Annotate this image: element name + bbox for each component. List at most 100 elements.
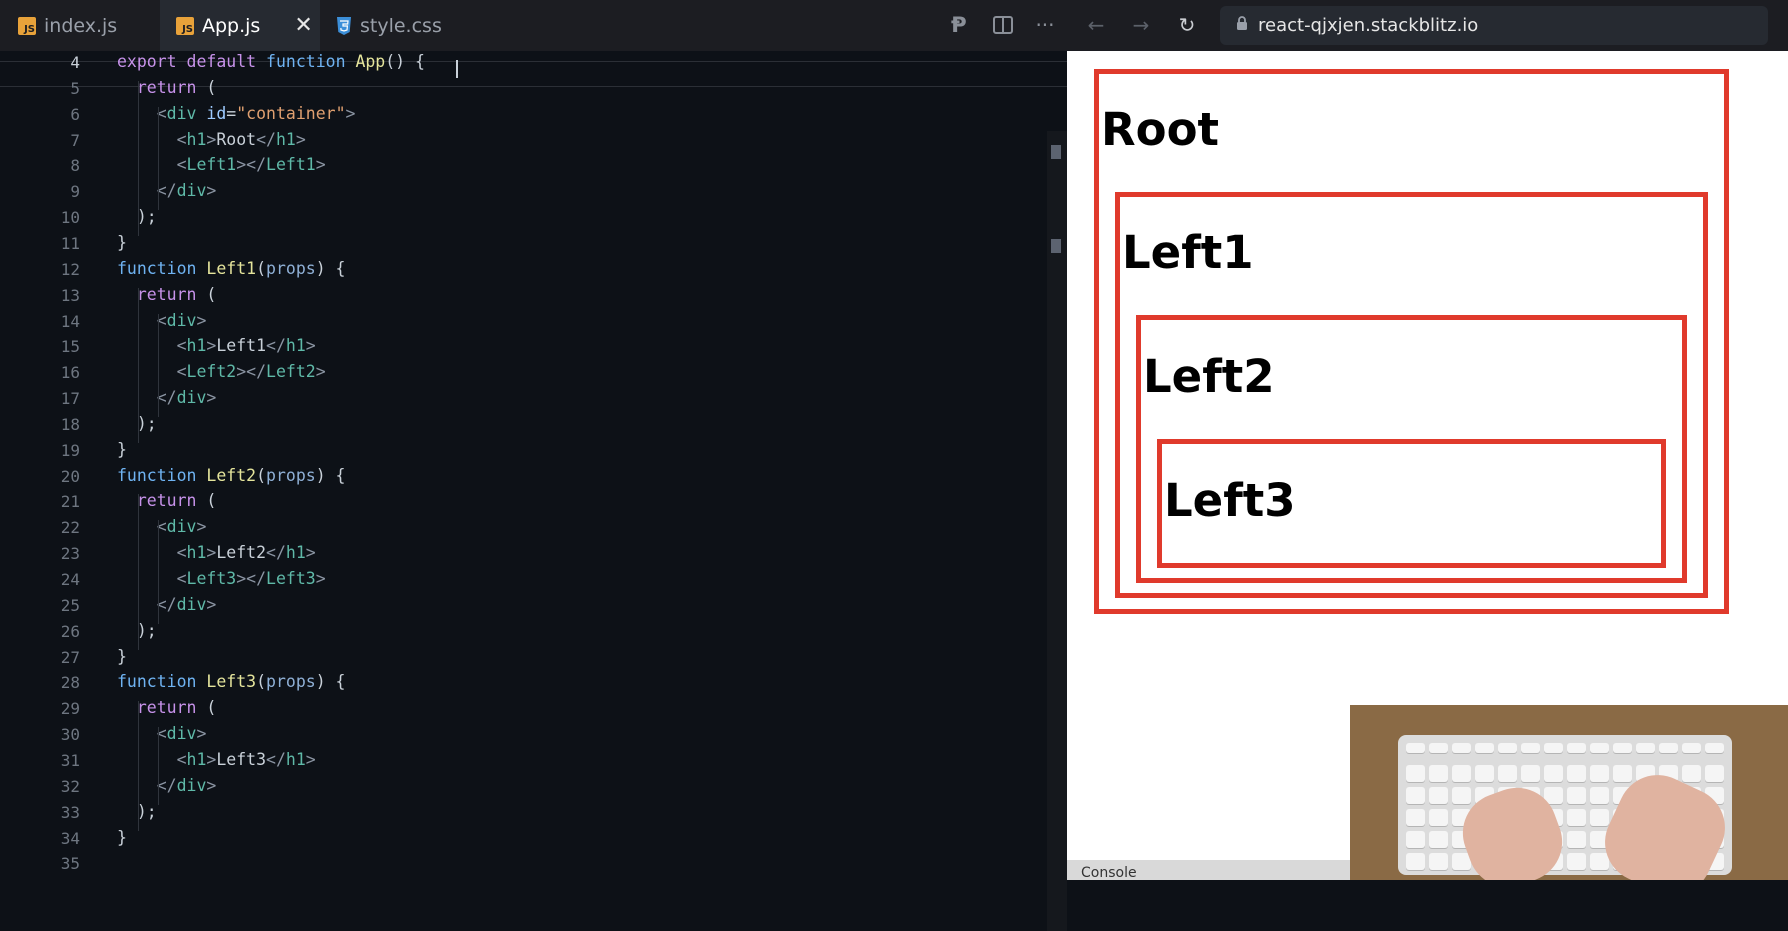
indent-guide: [158, 520, 159, 624]
code-token: Left1: [186, 155, 237, 175]
keyboard-key: [1475, 765, 1494, 782]
tab-index-js[interactable]: JS index.js: [0, 0, 155, 51]
code-token: (: [206, 284, 217, 304]
code-token: "container": [236, 103, 346, 123]
code-line[interactable]: export default function App() {: [117, 52, 425, 71]
more-icon[interactable]: ···: [1032, 12, 1058, 38]
code-token: </: [117, 594, 177, 614]
line-number: 24: [60, 570, 80, 589]
code-token: >: [305, 543, 316, 563]
code-line[interactable]: function Left1(props) {: [117, 259, 346, 278]
code-editor[interactable]: 4 5 6 7 8 9 10 11 12 13 14 15 16 17 18 19 20 21 22 23 24 25 26…: [0, 51, 1067, 931]
code-token: >: [196, 517, 207, 537]
code-line[interactable]: <h1>Left3</h1>: [117, 750, 316, 769]
code-line[interactable]: );: [117, 207, 157, 226]
keyboard-key: [1475, 743, 1494, 753]
console-tab[interactable]: Console: [1067, 860, 1381, 880]
code-token: (: [256, 258, 267, 278]
code-line[interactable]: return (: [117, 285, 216, 304]
keyboard-key: [1659, 743, 1678, 753]
close-icon[interactable]: ✕: [294, 14, 312, 37]
keyboard-key: [1567, 831, 1586, 848]
code-line[interactable]: <h1>Left1</h1>: [117, 336, 316, 355]
code-line[interactable]: <div>: [117, 724, 207, 744]
code-token: (: [206, 491, 217, 511]
code-line[interactable]: );: [117, 414, 157, 433]
code-line[interactable]: <Left3></Left3>: [117, 569, 326, 588]
keyboard-key: [1567, 809, 1586, 826]
code-token: <: [117, 310, 167, 330]
code-line[interactable]: <Left1></Left1>: [117, 155, 326, 174]
line-number: 22: [60, 518, 80, 538]
code-line[interactable]: function Left2(props) {: [117, 466, 346, 485]
code-line[interactable]: }: [117, 828, 127, 847]
code-token: return: [117, 284, 207, 304]
code-token: id: [206, 103, 227, 123]
code-line[interactable]: <div>: [117, 310, 207, 330]
code-line[interactable]: </div>: [117, 181, 217, 200]
code-token: >: [206, 749, 217, 769]
code-line[interactable]: return (: [117, 491, 216, 510]
code-token: </: [266, 336, 286, 356]
line-number: 7: [70, 130, 80, 150]
code-token: div: [176, 775, 207, 795]
line-number: 15: [60, 337, 80, 357]
code-token: }: [117, 232, 127, 252]
line-number: 4: [70, 53, 80, 72]
refresh-icon[interactable]: ↻: [1174, 12, 1200, 38]
code-token: ) {: [315, 672, 346, 692]
keyboard-key: [1613, 765, 1632, 782]
code-line[interactable]: return (: [117, 78, 216, 97]
code-line[interactable]: );: [117, 802, 157, 821]
prettier-icon[interactable]: Ᵽ: [946, 12, 972, 38]
line-number: 35: [60, 854, 80, 874]
code-line[interactable]: }: [117, 233, 127, 252]
back-icon[interactable]: ←: [1083, 12, 1109, 38]
code-token: Left2: [186, 362, 237, 382]
code-token: }: [117, 646, 127, 666]
indent-guide: [138, 287, 139, 443]
code-token: Left3: [266, 569, 316, 588]
keyboard-key: [1429, 853, 1448, 870]
code-line[interactable]: );: [117, 621, 157, 640]
tab-style-css[interactable]: style.css: [320, 0, 470, 51]
tab-app-js[interactable]: JS App.js ✕: [160, 0, 320, 51]
code-line[interactable]: <Left2></Left2>: [117, 362, 326, 381]
code-line[interactable]: return (: [117, 698, 216, 717]
code-token: h1: [186, 129, 207, 149]
code-line[interactable]: </div>: [117, 775, 217, 795]
code-token: Left1: [206, 258, 257, 278]
code-token: function: [117, 465, 207, 485]
keyboard-key: [1590, 765, 1609, 782]
keyboard-key: [1590, 743, 1609, 753]
code-line[interactable]: }: [117, 647, 127, 666]
code-line[interactable]: <h1>Root</h1>: [117, 130, 306, 149]
code-line[interactable]: function Left3(props) {: [117, 672, 346, 691]
code-token: <: [117, 569, 187, 588]
keyboard-key: [1406, 743, 1425, 753]
code-token: function: [117, 258, 207, 278]
code-line[interactable]: <div>: [117, 517, 207, 537]
code-line[interactable]: </div>: [117, 388, 217, 407]
url-text: react-qjxjen.stackblitz.io: [1258, 15, 1479, 36]
code-token: >: [315, 155, 326, 175]
code-token: >: [206, 594, 217, 614]
keyboard-key: [1567, 743, 1586, 753]
code-token: );: [117, 620, 157, 640]
scrollbar-marker: [1051, 145, 1061, 159]
code-token: <: [117, 129, 187, 149]
code-line[interactable]: <h1>Left2</h1>: [117, 543, 316, 562]
forward-icon[interactable]: →: [1128, 12, 1154, 38]
code-token: }: [117, 827, 127, 847]
line-number: 34: [60, 828, 80, 848]
split-view-icon[interactable]: [990, 12, 1016, 38]
url-bar[interactable]: react-qjxjen.stackblitz.io: [1220, 6, 1768, 45]
code-line[interactable]: <div id="container">: [117, 103, 356, 123]
code-token: Left2: [216, 543, 267, 563]
code-line[interactable]: </div>: [117, 594, 217, 614]
code-line[interactable]: }: [117, 440, 127, 459]
editor-scrollbar[interactable]: [1047, 131, 1067, 931]
code-token: <: [117, 724, 167, 744]
line-number: 27: [60, 647, 80, 667]
line-number: 21: [60, 492, 80, 512]
